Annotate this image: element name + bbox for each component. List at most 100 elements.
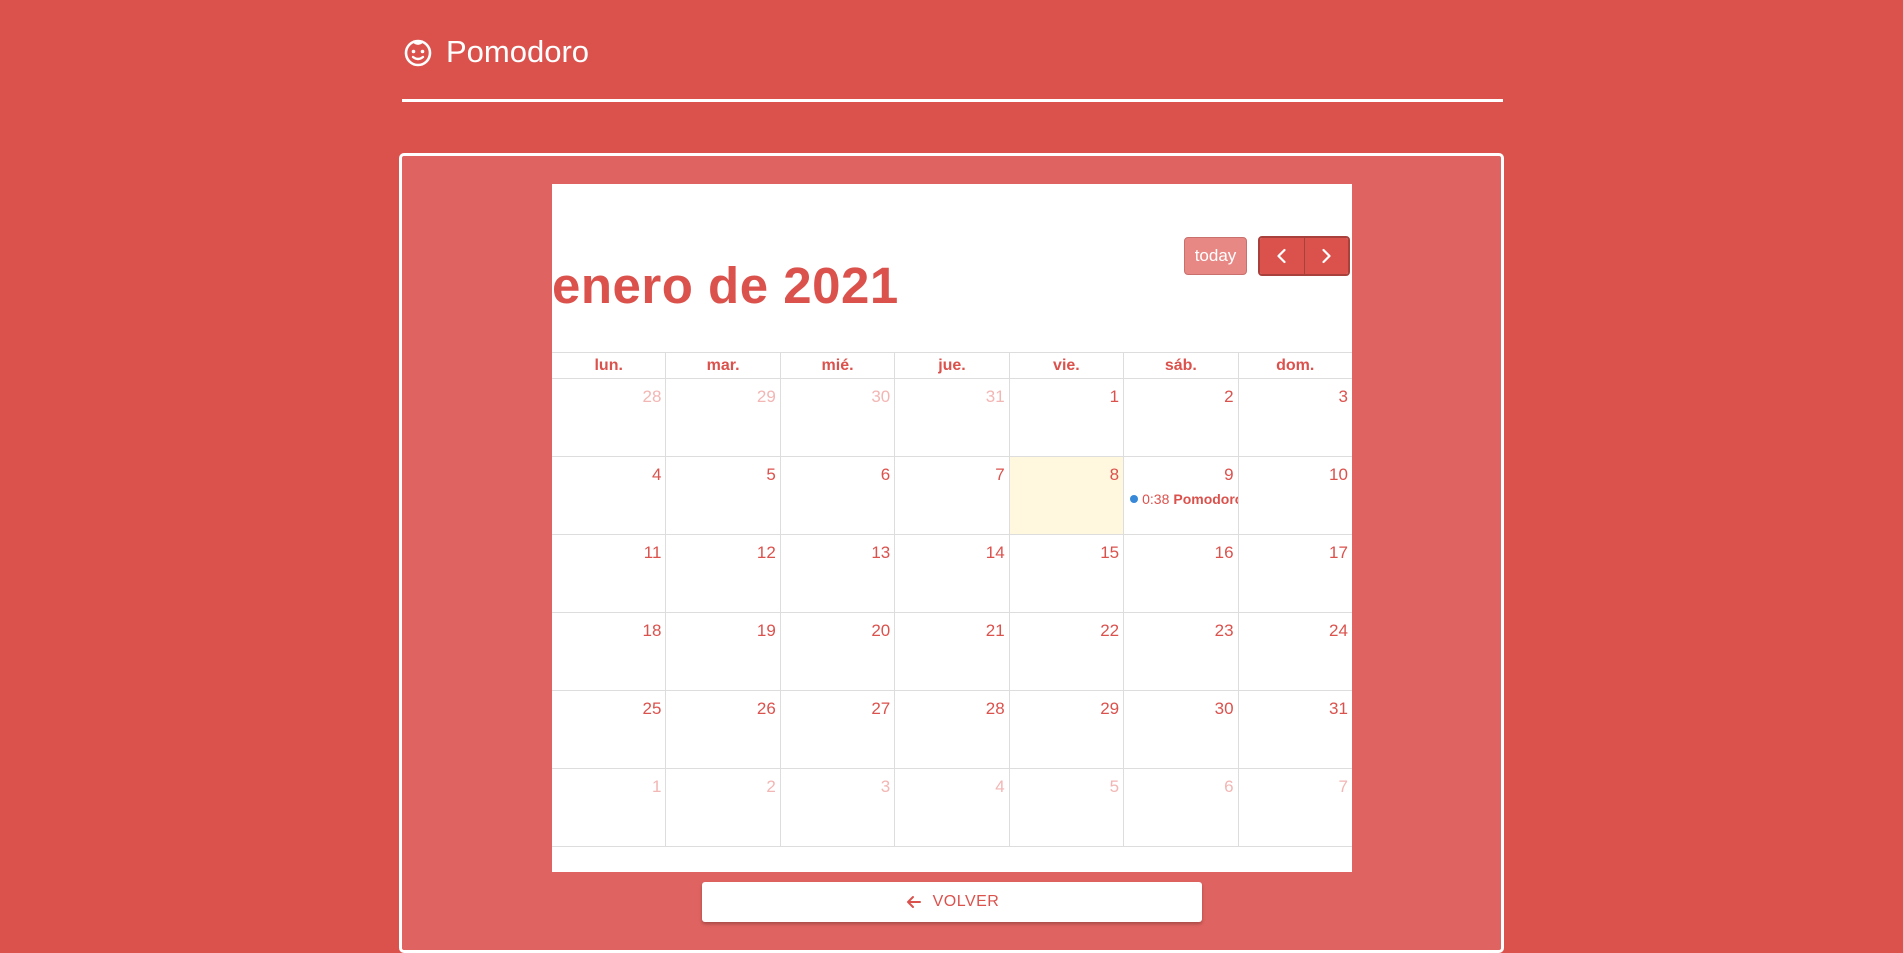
day-number: 31 — [1329, 699, 1348, 718]
day-cell[interactable]: 15 — [1010, 535, 1125, 612]
back-button[interactable]: VOLVER — [702, 882, 1202, 922]
day-cell[interactable]: 22 — [1010, 613, 1125, 690]
day-number: 26 — [756, 699, 776, 718]
day-cell[interactable]: 4 — [895, 769, 1010, 846]
day-cell[interactable]: 29 — [1010, 691, 1125, 768]
day-number: 15 — [1100, 543, 1120, 562]
weekday-header: lun. mar. mié. jue. vie. sáb. dom. — [552, 353, 1352, 379]
day-cell[interactable]: 30 — [781, 379, 896, 456]
day-number: 23 — [1214, 621, 1234, 640]
day-cell[interactable]: 2 — [1124, 379, 1239, 456]
day-number: 4 — [651, 465, 662, 484]
prev-month-button[interactable] — [1260, 238, 1304, 274]
day-number: 28 — [642, 387, 662, 406]
day-number: 1 — [1109, 387, 1120, 406]
day-cell[interactable]: 6 — [781, 457, 896, 534]
arrow-left-icon — [906, 896, 921, 908]
day-cell[interactable]: 19 — [666, 613, 781, 690]
day-number: 5 — [1109, 777, 1120, 796]
day-cell[interactable]: 28 — [895, 691, 1010, 768]
day-cell[interactable]: 1 — [1010, 379, 1125, 456]
day-cell[interactable]: 1 — [552, 769, 667, 846]
day-cell[interactable]: 5 — [1010, 769, 1125, 846]
day-number: 4 — [995, 777, 1005, 796]
day-cell[interactable]: 10 — [1239, 457, 1352, 534]
day-number: 16 — [1214, 543, 1234, 562]
day-number: 5 — [766, 465, 776, 484]
day-number: 18 — [642, 621, 662, 640]
event-title: Pomodoro — [1173, 491, 1238, 507]
day-cell[interactable]: 11 — [552, 535, 667, 612]
day-cell[interactable]: 25 — [552, 691, 667, 768]
day-number: 24 — [1329, 621, 1348, 640]
weekday-label: lun. — [552, 353, 667, 378]
day-cell[interactable]: 31 — [895, 379, 1010, 456]
week-row: 18 19 20 21 22 23 24 — [552, 613, 1352, 691]
day-number: 3 — [1338, 387, 1348, 406]
day-cell[interactable]: 27 — [781, 691, 896, 768]
day-cell[interactable]: 13 — [781, 535, 896, 612]
day-cell[interactable]: 3 — [781, 769, 896, 846]
calendar-title: enero de 2021 — [552, 257, 899, 314]
day-cell[interactable]: 3 — [1239, 379, 1352, 456]
day-number: 22 — [1100, 621, 1120, 640]
day-number: 29 — [1100, 699, 1120, 718]
next-month-button[interactable] — [1303, 238, 1348, 274]
day-number: 7 — [995, 465, 1005, 484]
chevron-left-icon — [1277, 248, 1286, 264]
day-number: 27 — [871, 699, 891, 718]
day-cell[interactable]: 6 — [1124, 769, 1239, 846]
day-number: 12 — [756, 543, 776, 562]
week-row: 4 5 6 7 8 9 0:38 Pomodoro 10 — [552, 457, 1352, 535]
day-number: 19 — [756, 621, 776, 640]
day-cell[interactable]: 14 — [895, 535, 1010, 612]
header-divider — [402, 99, 1503, 102]
weekday-label: vie. — [1010, 353, 1125, 378]
calendar-event[interactable]: 0:38 Pomodoro — [1130, 491, 1238, 507]
day-cell[interactable]: 24 — [1239, 613, 1352, 690]
weekday-label: sáb. — [1124, 353, 1239, 378]
day-cell[interactable]: 4 — [552, 457, 667, 534]
day-cell[interactable]: 16 — [1124, 535, 1239, 612]
day-cell[interactable]: 12 — [666, 535, 781, 612]
today-button[interactable]: today — [1184, 237, 1247, 275]
day-cell[interactable]: 31 — [1239, 691, 1352, 768]
day-number: 7 — [1338, 777, 1348, 796]
calendar-nav — [1258, 236, 1350, 276]
chevron-right-icon — [1322, 248, 1331, 264]
day-cell-today[interactable]: 8 — [1009, 457, 1125, 534]
event-dot-icon — [1130, 495, 1139, 503]
day-cell[interactable]: 2 — [666, 769, 781, 846]
day-cell[interactable]: 29 — [666, 379, 781, 456]
day-cell[interactable]: 28 — [552, 379, 667, 456]
week-row: 25 26 27 28 29 30 31 — [552, 691, 1352, 769]
weekday-label: mié. — [781, 353, 896, 378]
day-cell[interactable]: 23 — [1124, 613, 1239, 690]
day-cell[interactable]: 17 — [1239, 535, 1352, 612]
app-title: Pomodoro — [446, 34, 590, 69]
weekday-label: mar. — [666, 353, 781, 378]
day-cell[interactable]: 21 — [895, 613, 1010, 690]
day-cell[interactable]: 20 — [781, 613, 896, 690]
day-cell[interactable]: 9 0:38 Pomodoro — [1124, 457, 1239, 534]
day-number: 6 — [1224, 777, 1234, 796]
day-cell[interactable]: 5 — [666, 457, 781, 534]
day-cell[interactable]: 7 — [1239, 769, 1352, 846]
weekday-label: jue. — [895, 353, 1010, 378]
day-number: 6 — [880, 465, 891, 484]
day-cell[interactable]: 18 — [552, 613, 667, 690]
day-cell[interactable]: 30 — [1124, 691, 1239, 768]
week-row: 11 12 13 14 15 16 17 — [552, 535, 1352, 613]
app-header: Pomodoro — [402, 30, 589, 74]
day-number: 3 — [880, 777, 891, 796]
week-row: 1 2 3 4 5 6 7 — [552, 769, 1352, 847]
day-number: 31 — [985, 387, 1005, 406]
day-number: 20 — [871, 621, 891, 640]
day-number: 30 — [871, 387, 891, 406]
day-number: 14 — [985, 543, 1005, 562]
day-cell[interactable]: 26 — [666, 691, 781, 768]
day-number: 21 — [985, 621, 1005, 640]
day-number: 17 — [1329, 543, 1348, 562]
day-number: 9 — [1224, 465, 1234, 484]
day-cell[interactable]: 7 — [895, 457, 1010, 534]
